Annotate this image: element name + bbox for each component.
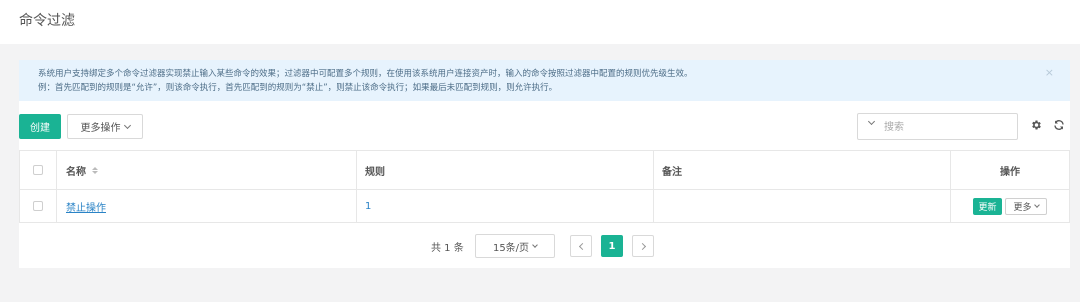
update-button[interactable]: 更新 (973, 197, 1002, 215)
chevron-down-icon[interactable] (867, 117, 876, 126)
row-rule-value[interactable]: 1 (365, 201, 371, 212)
more-actions-label: 更多操作 (80, 123, 121, 134)
header-name-label: 名称 (66, 166, 86, 178)
page-size-select[interactable]: 15条/页 (475, 234, 555, 258)
gear-icon[interactable] (1029, 118, 1043, 132)
prev-page-button[interactable] (570, 235, 592, 257)
create-button[interactable]: 创建 (19, 114, 61, 139)
chevron-down-icon (532, 242, 538, 248)
next-page-button[interactable] (632, 235, 654, 257)
alert-text-line-1: 系统用户支持绑定多个命令过滤器实现禁止输入某些命令的效果；过滤器中可配置多个规则… (38, 69, 693, 79)
row-name-link[interactable]: 禁止操作 (66, 199, 106, 214)
chevron-right-icon (638, 242, 646, 250)
pagination: 共 1 条 15条/页 1 (19, 234, 1070, 258)
search-input[interactable] (884, 118, 1012, 136)
row-more-label: 更多 (1013, 202, 1032, 213)
row-actions-cell: 更新 更多 (951, 190, 1069, 222)
chevron-down-icon (123, 121, 131, 129)
info-alert: 系统用户支持绑定多个命令过滤器实现禁止输入某些命令的效果；过滤器中可配置多个规则… (19, 60, 1070, 101)
alert-text-line-2: 例：首先匹配到的规则是“允许”，则该命令执行，首先匹配到的规则为“禁止”，则禁止… (38, 83, 558, 93)
page-title: 命令过滤 (19, 13, 75, 29)
row-name-cell: 禁止操作 (57, 190, 357, 222)
header-checkbox-cell (20, 151, 57, 189)
pagination-total: 共 1 条 (431, 243, 464, 254)
chevron-left-icon (578, 242, 586, 250)
row-comment-cell (654, 190, 951, 222)
page-size-label: 15条/页 (492, 242, 530, 254)
select-all-checkbox[interactable] (33, 165, 43, 175)
row-more-button[interactable]: 更多 (1005, 197, 1047, 215)
search-box[interactable] (857, 113, 1018, 140)
content-panel: 系统用户支持绑定多个命令过滤器实现禁止输入某些命令的效果；过滤器中可配置多个规则… (19, 60, 1070, 268)
command-filter-table: 名称 规则 备注 操作 禁止操作 1 更新 更多 (19, 150, 1070, 223)
page-header: 命令过滤 (0, 0, 1080, 44)
header-comment: 备注 (654, 151, 951, 189)
chevron-down-icon (1033, 202, 1040, 208)
header-rule: 规则 (357, 151, 654, 189)
row-checkbox[interactable] (33, 201, 43, 211)
more-actions-button[interactable]: 更多操作 (67, 114, 143, 139)
sort-icon[interactable] (92, 166, 98, 174)
row-rule-cell: 1 (357, 190, 654, 222)
refresh-icon[interactable] (1052, 118, 1066, 132)
page-number-button[interactable]: 1 (601, 235, 623, 257)
header-actions: 操作 (1000, 166, 1020, 178)
row-checkbox-cell (20, 190, 57, 222)
header-name[interactable]: 名称 (57, 151, 357, 189)
table-header-row: 名称 规则 备注 操作 (20, 151, 1069, 190)
close-icon[interactable]: × (1045, 66, 1054, 79)
table-row: 禁止操作 1 更新 更多 (20, 190, 1069, 223)
